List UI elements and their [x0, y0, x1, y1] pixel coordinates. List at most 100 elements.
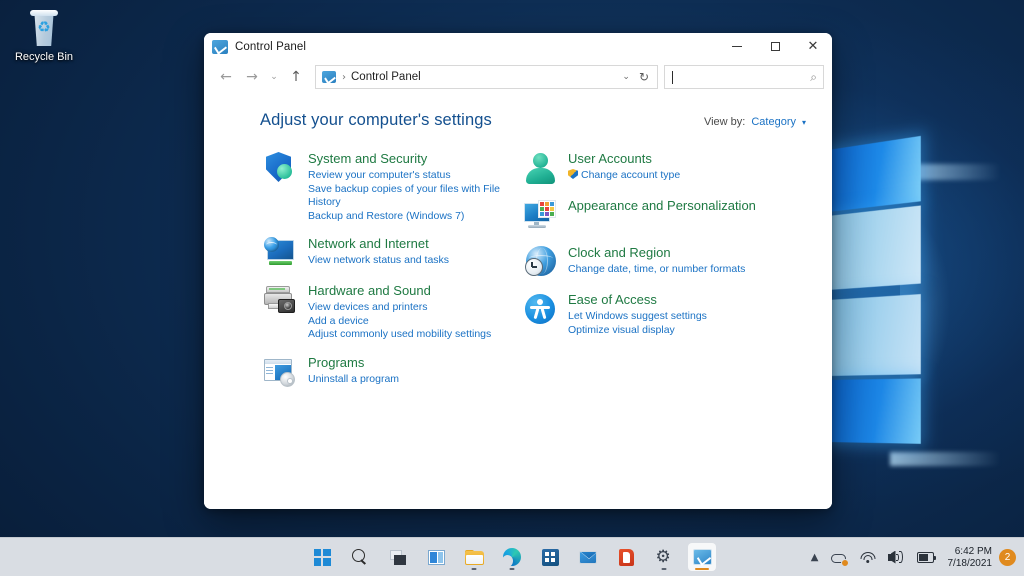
- address-bar[interactable]: › Control Panel ⌄ ↻: [315, 65, 658, 89]
- category-title[interactable]: Ease of Access: [568, 292, 772, 308]
- wifi-icon: [860, 551, 876, 564]
- store-icon: [541, 548, 559, 566]
- recycle-bin-label: Recycle Bin: [14, 51, 74, 63]
- search-icon[interactable]: ⌕: [810, 70, 817, 85]
- onedrive-tray-button[interactable]: [825, 543, 854, 573]
- taskbar-date: 7/18/2021: [947, 557, 993, 569]
- category-link[interactable]: Uninstall a program: [308, 373, 512, 387]
- file-explorer-button[interactable]: [460, 543, 488, 571]
- page-title: Adjust your computer's settings: [260, 111, 492, 129]
- category-link[interactable]: Add a device: [308, 315, 512, 329]
- category-ease-of-access[interactable]: Ease of Access Let Windows suggest setti…: [520, 291, 772, 337]
- search-icon: [352, 549, 368, 565]
- maximize-button[interactable]: [756, 33, 794, 60]
- category-appearance-and-personalization[interactable]: Appearance and Personalization: [520, 197, 772, 232]
- category-hardware-and-sound[interactable]: Hardware and Sound View devices and prin…: [260, 282, 512, 342]
- address-control-panel-icon: [322, 71, 336, 83]
- category-title[interactable]: Appearance and Personalization: [568, 198, 772, 214]
- category-system-and-security[interactable]: System and Security Review your computer…: [260, 150, 512, 223]
- category-programs[interactable]: Programs Uninstall a program: [260, 354, 512, 389]
- category-link[interactable]: Backup and Restore (Windows 7): [308, 210, 512, 224]
- view-by-value[interactable]: Category: [751, 116, 796, 128]
- desktop-icon-recycle-bin[interactable]: ♻ Recycle Bin: [6, 6, 82, 66]
- forward-button[interactable]: →: [239, 64, 265, 90]
- mail-button[interactable]: [574, 543, 602, 571]
- category-link[interactable]: View devices and printers: [308, 301, 512, 315]
- control-panel-window[interactable]: Control Panel ✕ ← → ⌄ ↑ › Control Panel …: [204, 33, 832, 509]
- start-button[interactable]: [308, 543, 336, 571]
- window-title-bar[interactable]: Control Panel ✕: [204, 33, 832, 60]
- settings-button[interactable]: ⚙: [650, 543, 678, 571]
- category-column-left: System and Security Review your computer…: [260, 150, 512, 401]
- programs-disc-icon: [263, 355, 297, 389]
- taskbar[interactable]: ⚙ ▲ 6:42 PM 7/18/2021 2: [0, 537, 1024, 576]
- volume-tray-button[interactable]: [882, 543, 911, 573]
- breadcrumb-separator: ›: [342, 71, 346, 83]
- category-column-right: User Accounts Change account type Appear…: [520, 150, 772, 401]
- chevron-down-icon[interactable]: ▾: [802, 118, 806, 127]
- recycle-bin-icon: ♻: [27, 10, 61, 48]
- office-icon: [618, 548, 634, 566]
- onedrive-sync-icon: [830, 551, 849, 567]
- category-link[interactable]: Optimize visual display: [568, 324, 772, 338]
- shield-security-icon: [263, 151, 297, 185]
- window-controls[interactable]: ✕: [718, 33, 832, 60]
- address-dropdown-icon[interactable]: ⌄: [615, 72, 637, 82]
- category-title[interactable]: User Accounts: [568, 151, 772, 167]
- control-panel-icon: [212, 39, 228, 54]
- category-link[interactable]: Change date, time, or number formats: [568, 263, 772, 277]
- windows-start-icon: [313, 548, 331, 566]
- volume-icon: [887, 550, 905, 565]
- printer-camera-icon: [263, 283, 297, 317]
- mail-icon: [579, 550, 597, 564]
- microsoft-store-button[interactable]: [536, 543, 564, 571]
- wallpaper-windows-logo: [828, 135, 921, 471]
- task-view-button[interactable]: [384, 543, 412, 571]
- battery-icon: [916, 552, 937, 563]
- category-link[interactable]: Review your computer's status: [308, 169, 512, 183]
- view-by-label: View by:: [703, 116, 746, 128]
- close-button[interactable]: ✕: [794, 33, 832, 60]
- category-title[interactable]: Clock and Region: [568, 245, 772, 261]
- edge-button[interactable]: [498, 543, 526, 571]
- minimize-button[interactable]: [718, 33, 756, 60]
- battery-tray-button[interactable]: [911, 543, 943, 573]
- refresh-icon[interactable]: ↻: [637, 70, 655, 84]
- view-by-control[interactable]: View by: Category ▾: [704, 111, 806, 128]
- up-button[interactable]: ↑: [283, 64, 309, 90]
- category-user-accounts[interactable]: User Accounts Change account type: [520, 150, 772, 185]
- folder-icon: [464, 549, 484, 565]
- category-title[interactable]: Hardware and Sound: [308, 283, 512, 299]
- desktop[interactable]: ♻ Recycle Bin Control Panel ✕ ← → ⌄ ↑ ›: [0, 0, 1024, 576]
- category-link[interactable]: Save backup copies of your files with Fi…: [308, 183, 512, 210]
- clock-button[interactable]: 6:42 PM 7/18/2021: [943, 543, 1000, 573]
- category-link[interactable]: View network status and tasks: [308, 254, 512, 268]
- breadcrumb-control-panel[interactable]: Control Panel: [351, 71, 421, 83]
- category-title[interactable]: System and Security: [308, 151, 512, 167]
- search-box[interactable]: ⌕: [664, 65, 824, 89]
- widgets-button[interactable]: [422, 543, 450, 571]
- category-clock-and-region[interactable]: Clock and Region Change date, time, or n…: [520, 244, 772, 279]
- show-hidden-icons-button[interactable]: ▲: [805, 543, 825, 573]
- user-account-icon: [523, 151, 557, 185]
- navigation-bar[interactable]: ← → ⌄ ↑ › Control Panel ⌄ ↻ ⌕: [204, 60, 832, 94]
- taskbar-time: 6:42 PM: [954, 545, 992, 557]
- office-button[interactable]: [612, 543, 640, 571]
- category-link[interactable]: Let Windows suggest settings: [568, 310, 772, 324]
- network-tray-button[interactable]: [854, 543, 882, 573]
- window-title: Control Panel: [235, 40, 306, 53]
- notification-badge[interactable]: 2: [999, 549, 1016, 566]
- appearance-monitor-icon: [523, 198, 557, 232]
- category-link[interactable]: Adjust commonly used mobility settings: [308, 328, 512, 342]
- system-tray[interactable]: ▲ 6:42 PM 7/18/2021 2: [805, 538, 1018, 576]
- category-title[interactable]: Network and Internet: [308, 236, 512, 252]
- category-network-and-internet[interactable]: Network and Internet View network status…: [260, 235, 512, 270]
- uac-shield-icon: [568, 169, 578, 179]
- control-panel-taskbar-button[interactable]: [688, 543, 716, 571]
- search-button[interactable]: [346, 543, 374, 571]
- category-link[interactable]: Change account type: [568, 169, 772, 183]
- edge-icon: [502, 548, 521, 567]
- category-title[interactable]: Programs: [308, 355, 512, 371]
- recent-locations-button[interactable]: ⌄: [265, 64, 283, 90]
- back-button[interactable]: ←: [213, 64, 239, 90]
